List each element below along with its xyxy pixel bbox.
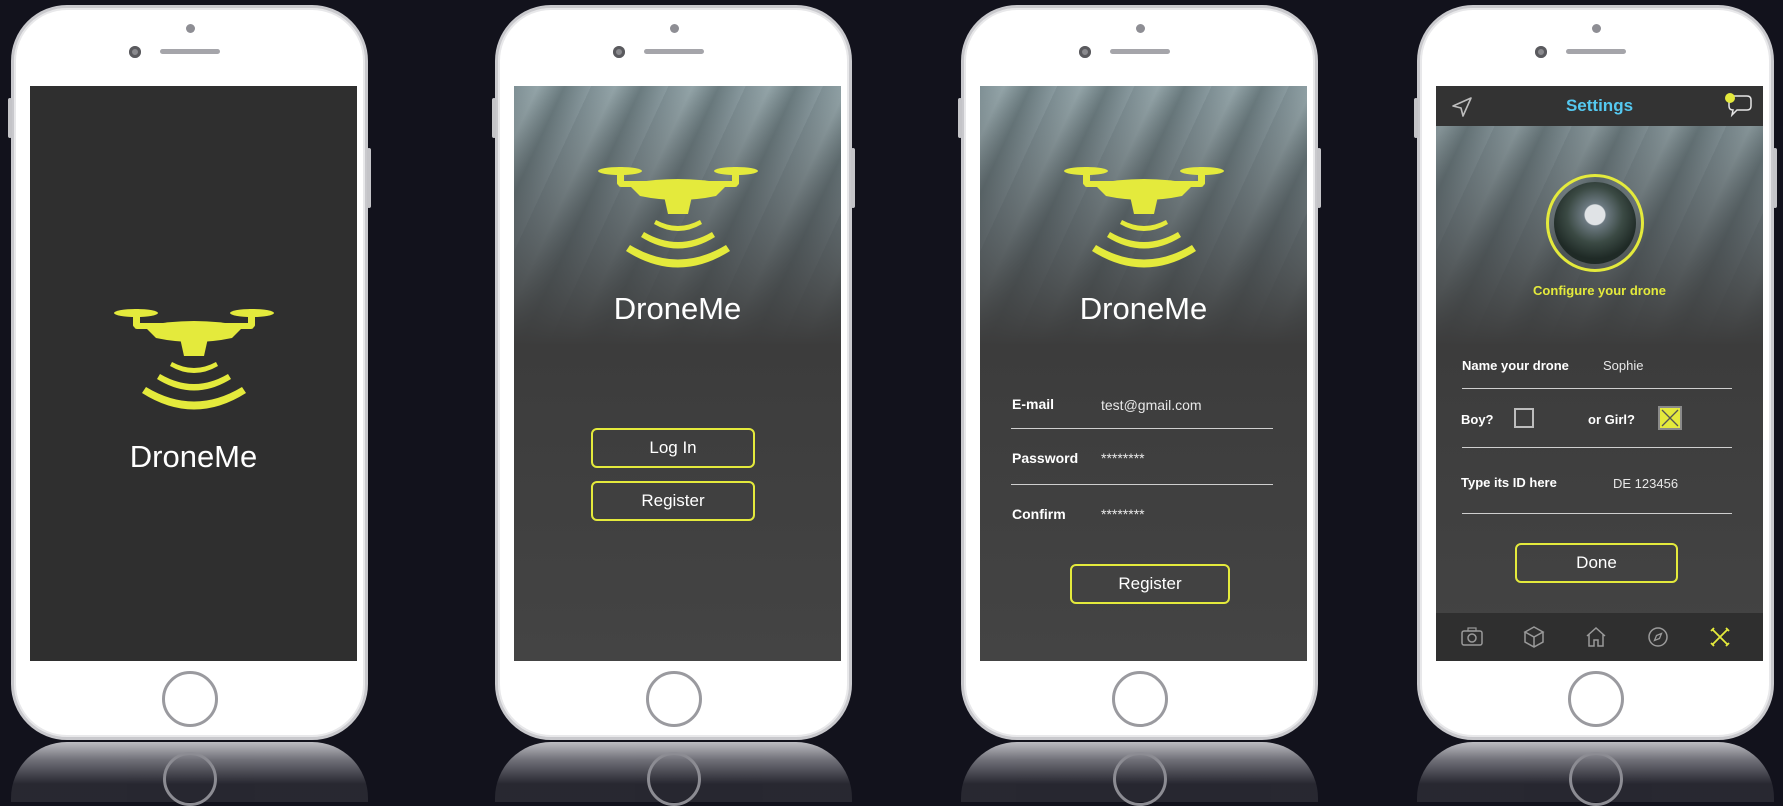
home-icon[interactable]: [1584, 625, 1608, 649]
welcome-screen: DroneMe Log In Register: [514, 86, 841, 661]
email-field[interactable]: test@gmail.com: [1101, 397, 1202, 413]
bottom-tab-bar: [1436, 613, 1763, 661]
configure-label: Configure your drone: [1533, 283, 1666, 298]
compass-icon[interactable]: [1646, 625, 1670, 649]
settings-screen: Settings Configure your drone Name your …: [1436, 86, 1763, 661]
sensor-dot: [185, 24, 195, 33]
drone-logo-icon: [597, 162, 758, 280]
home-button[interactable]: [161, 671, 218, 727]
home-button[interactable]: [1567, 671, 1624, 727]
password-field[interactable]: ********: [1101, 450, 1145, 466]
phone-welcome: DroneMe Log In Register: [492, 5, 855, 740]
password-underline: [1011, 484, 1273, 485]
id-field[interactable]: DE 123456: [1613, 476, 1678, 491]
phone-settings: Settings Configure your drone Name your …: [1414, 5, 1777, 740]
boy-label: Boy?: [1461, 412, 1494, 427]
check-x-icon: [1661, 409, 1679, 427]
girl-label: or Girl?: [1588, 412, 1635, 427]
front-camera: [613, 46, 625, 58]
phone-reflection: [495, 742, 852, 806]
earpiece-speaker: [643, 49, 704, 54]
phone-reflection: [961, 742, 1318, 806]
gender-underline: [1462, 447, 1732, 448]
splash-screen: DroneMe: [30, 86, 357, 661]
avatar[interactable]: [1546, 174, 1644, 272]
phone-reflection: [1417, 742, 1774, 806]
phone-reflection: [11, 742, 368, 806]
login-button[interactable]: Log In: [591, 428, 755, 468]
id-underline: [1462, 513, 1732, 514]
boy-checkbox[interactable]: [1514, 408, 1534, 428]
app-title: DroneMe: [129, 439, 258, 474]
drone-photo: [1554, 182, 1636, 264]
sensor-dot: [669, 24, 679, 33]
phone-register: DroneMe E-mail test@gmail.com Password *…: [958, 5, 1321, 740]
camera-icon[interactable]: [1460, 625, 1484, 649]
home-button[interactable]: [1111, 671, 1168, 727]
register-screen: DroneMe E-mail test@gmail.com Password *…: [980, 86, 1307, 661]
front-camera: [129, 46, 141, 58]
email-underline: [1011, 428, 1273, 429]
earpiece-speaker: [159, 49, 220, 54]
home-button[interactable]: [645, 671, 702, 727]
id-label: Type its ID here: [1461, 475, 1557, 490]
sensor-dot: [1135, 24, 1145, 33]
earpiece-speaker: [1109, 49, 1170, 54]
app-title: DroneMe: [613, 291, 742, 326]
top-bar: Settings: [1436, 86, 1763, 126]
name-label: Name your drone: [1462, 358, 1569, 373]
confirm-field[interactable]: ********: [1101, 506, 1145, 522]
confirm-label: Confirm: [1012, 506, 1066, 522]
name-underline: [1462, 388, 1732, 389]
register-button[interactable]: Register: [591, 481, 755, 521]
drone-logo-icon: [1063, 162, 1224, 280]
register-submit-button[interactable]: Register: [1070, 564, 1230, 604]
done-button[interactable]: Done: [1515, 543, 1678, 583]
tools-icon[interactable]: [1708, 625, 1732, 649]
front-camera: [1079, 46, 1091, 58]
box-icon[interactable]: [1522, 625, 1546, 649]
app-title: DroneMe: [1079, 291, 1208, 326]
earpiece-speaker: [1565, 49, 1626, 54]
page-title: Settings: [1565, 96, 1634, 115]
sensor-dot: [1591, 24, 1601, 33]
phone-splash: DroneMe: [8, 5, 371, 740]
chat-bubble-icon[interactable]: [1723, 92, 1753, 118]
name-field[interactable]: Sophie: [1603, 358, 1643, 373]
password-label: Password: [1012, 450, 1079, 466]
drone-logo-icon: [113, 304, 274, 422]
girl-checkbox[interactable]: [1658, 406, 1682, 430]
email-label: E-mail: [1012, 396, 1055, 412]
front-camera: [1535, 46, 1547, 58]
